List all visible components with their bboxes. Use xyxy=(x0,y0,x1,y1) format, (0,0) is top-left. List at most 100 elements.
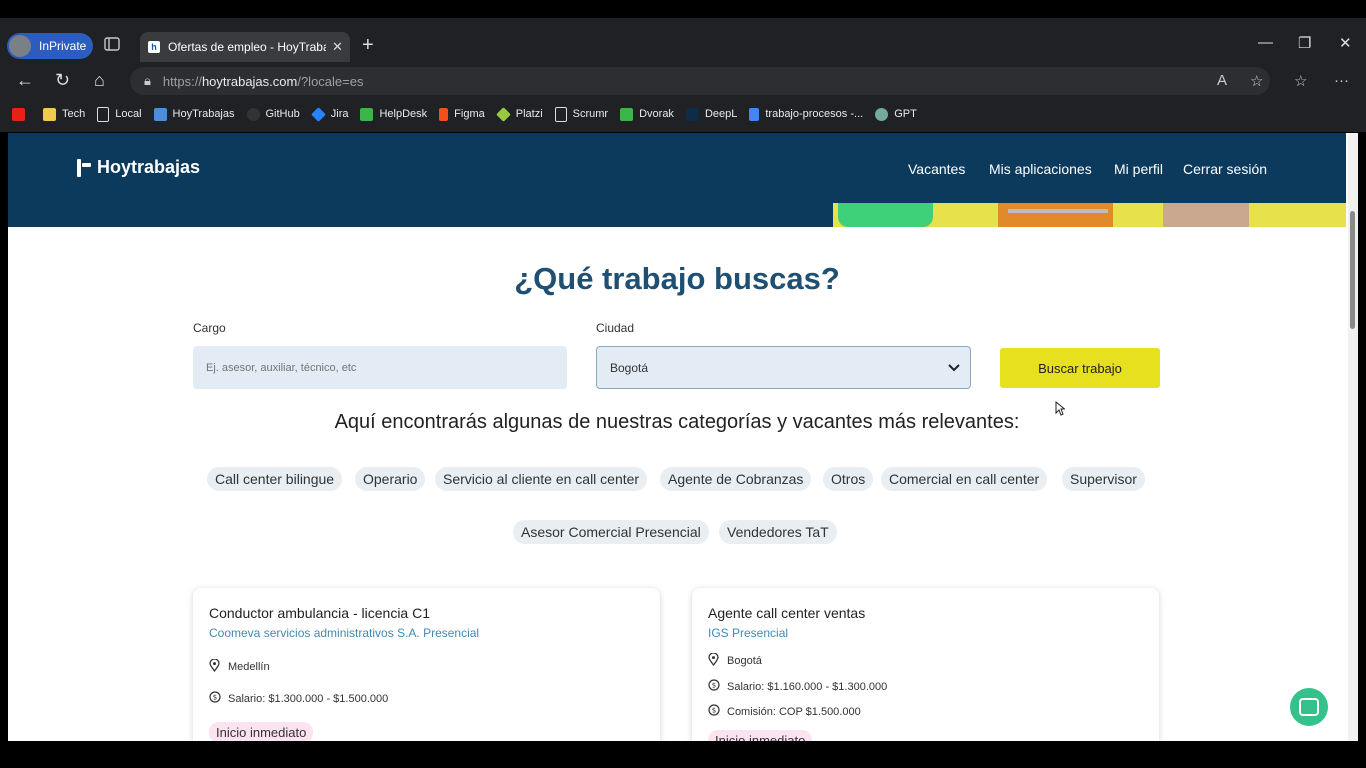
location-pin-icon xyxy=(708,652,720,669)
job-card[interactable]: Conductor ambulancia - licencia C1 Coome… xyxy=(193,588,660,741)
bookmark-scrumr[interactable]: Scrumr xyxy=(554,106,608,122)
job-commission: $ Comisión: COP $1.500.000 xyxy=(708,704,861,719)
profile-avatar-icon xyxy=(9,35,31,57)
category-chip[interactable]: Agente de Cobranzas xyxy=(660,467,812,491)
bookmark-deepl[interactable]: DeepL xyxy=(685,107,738,121)
bookmark-gpt[interactable]: GPT xyxy=(875,107,917,121)
bookmark-label: Jira xyxy=(330,108,349,120)
category-chip[interactable]: Vendedores TaT xyxy=(719,520,837,544)
bookmark-dvorak[interactable]: Dvorak xyxy=(620,107,674,121)
maximize-icon[interactable]: ❐ xyxy=(1298,34,1311,52)
chat-launcher-button[interactable] xyxy=(1290,688,1328,726)
job-salary-text: Salario: $1.160.000 - $1.300.000 xyxy=(727,680,888,693)
bookmark-label: Platzi xyxy=(515,108,543,120)
bookmark-label: Dvorak xyxy=(639,108,674,120)
dollar-circle-icon: $ xyxy=(708,704,720,719)
job-title: Conductor ambulancia - licencia C1 xyxy=(209,605,430,621)
category-chip[interactable]: Call center bilingue xyxy=(207,467,343,491)
gpt-icon xyxy=(875,107,889,121)
new-tab-icon[interactable]: + xyxy=(362,34,374,57)
job-city: Medellín xyxy=(228,661,270,673)
active-tab[interactable]: h Ofertas de empleo - HoyTrabajas ✕ xyxy=(140,32,350,62)
nav-mi-perfil[interactable]: Mi perfil xyxy=(1114,161,1163,177)
more-options-icon[interactable]: ··· xyxy=(1334,72,1349,89)
page-scrollbar[interactable] xyxy=(1348,133,1358,741)
home-icon[interactable]: ⌂ xyxy=(94,70,105,91)
category-chip[interactable]: Otros xyxy=(823,467,874,491)
chevron-down-icon xyxy=(948,361,960,375)
ciudad-value: Bogotá xyxy=(610,360,649,375)
refresh-icon[interactable]: ↻ xyxy=(55,70,70,91)
read-aloud-icon[interactable]: A xyxy=(1217,72,1227,89)
hoytrabajas-favicon-icon: h xyxy=(148,41,160,53)
nav-cerrar-sesion[interactable]: Cerrar sesión xyxy=(1183,161,1267,177)
category-chip[interactable]: Comercial en call center xyxy=(881,467,1048,491)
job-company: Coomeva servicios administrativos S.A. P… xyxy=(209,626,480,640)
bookmark-youtube[interactable] xyxy=(12,107,31,121)
job-location: Medellín xyxy=(209,658,270,675)
bookmark-tech[interactable]: Tech xyxy=(43,107,86,121)
ciudad-label: Ciudad xyxy=(596,321,635,335)
category-chip[interactable]: Supervisor xyxy=(1062,467,1145,491)
folder-icon xyxy=(43,107,56,121)
platzi-icon xyxy=(495,106,511,122)
bookmark-platzi[interactable]: Platzi xyxy=(495,106,543,122)
deepl-icon xyxy=(685,107,699,121)
logo-mark-icon xyxy=(76,158,92,177)
back-icon[interactable]: ← xyxy=(16,70,34,91)
bookmark-hoytrabajas[interactable]: HoyTrabajas xyxy=(153,107,235,121)
page-viewport: Hoytrabajas Vacantes Mis aplicaciones Mi… xyxy=(8,133,1357,741)
scrollbar-thumb[interactable] xyxy=(1350,211,1355,329)
bookmark-figma[interactable]: Figma xyxy=(439,107,485,121)
bookmark-trabajo-procesos[interactable]: trabajo-procesos -... xyxy=(749,107,864,121)
category-chip[interactable]: Asesor Comercial Presencial xyxy=(513,520,709,544)
mouse-cursor-icon xyxy=(1055,400,1066,419)
minimize-icon[interactable]: — xyxy=(1258,34,1273,51)
helpdesk-icon xyxy=(360,107,374,121)
bookmark-label: Figma xyxy=(454,108,485,120)
address-row: ← ↻ ⌂ 🔒︎ https://hoytrabajas.com/?locale… xyxy=(0,66,1366,96)
bookmark-label: Local xyxy=(115,108,142,120)
nav-vacantes[interactable]: Vacantes xyxy=(908,161,965,177)
address-bar[interactable]: 🔒︎ https://hoytrabajas.com/?locale=es xyxy=(130,67,1270,95)
job-commission-text: Comisión: COP $1.500.000 xyxy=(727,705,861,718)
bookmark-jira[interactable]: Jira xyxy=(310,106,349,122)
site-logo[interactable]: Hoytrabajas xyxy=(76,157,200,178)
bookmark-helpdesk[interactable]: HelpDesk xyxy=(360,107,428,121)
nav-mis-aplicaciones[interactable]: Mis aplicaciones xyxy=(989,161,1092,177)
bookmark-label: Tech xyxy=(62,108,86,120)
location-pin-icon xyxy=(209,658,221,675)
inprivate-badge[interactable]: InPrivate xyxy=(7,33,93,59)
ciudad-select[interactable]: Bogotá xyxy=(596,346,971,389)
jira-icon xyxy=(310,106,326,122)
job-company: IGS Presencial xyxy=(708,626,789,640)
job-location: Bogotá xyxy=(708,652,762,669)
svg-text:$: $ xyxy=(213,694,217,702)
job-card[interactable]: Agente call center ventas IGS Presencial… xyxy=(692,588,1159,741)
github-icon xyxy=(246,107,260,121)
inprivate-label: InPrivate xyxy=(39,39,87,53)
lock-icon: 🔒︎ xyxy=(144,73,151,88)
docs-icon xyxy=(749,107,760,121)
dollar-circle-icon: $ xyxy=(209,691,221,706)
bookmark-github[interactable]: GitHub xyxy=(246,107,300,121)
close-window-icon[interactable]: ✕ xyxy=(1339,34,1352,52)
job-salary: $ Salario: $1.160.000 - $1.300.000 xyxy=(708,679,887,694)
category-chip[interactable]: Servicio al cliente en call center xyxy=(435,467,648,491)
bookmark-label: DeepL xyxy=(704,108,738,120)
close-tab-icon[interactable]: ✕ xyxy=(332,39,343,55)
bookmark-local[interactable]: Local xyxy=(97,106,142,122)
cargo-input[interactable] xyxy=(193,346,567,389)
tab-actions-icon[interactable] xyxy=(104,37,122,53)
bookmark-label: trabajo-procesos -... xyxy=(765,108,864,120)
categories-title: Aquí encontrarás algunas de nuestras cat… xyxy=(334,411,1020,433)
logo-text: Hoytrabajas xyxy=(97,157,201,177)
job-title: Agente call center ventas xyxy=(708,605,866,621)
buscar-trabajo-button[interactable]: Buscar trabajo xyxy=(1000,348,1160,388)
add-favorite-icon[interactable]: ☆ xyxy=(1250,72,1263,90)
favorites-icon[interactable]: ☆ xyxy=(1294,72,1307,90)
bookmark-label: GPT xyxy=(894,108,917,120)
hoytrabajas-icon xyxy=(153,107,167,121)
bookmark-label: HelpDesk xyxy=(379,108,428,120)
category-chip[interactable]: Operario xyxy=(355,467,426,491)
